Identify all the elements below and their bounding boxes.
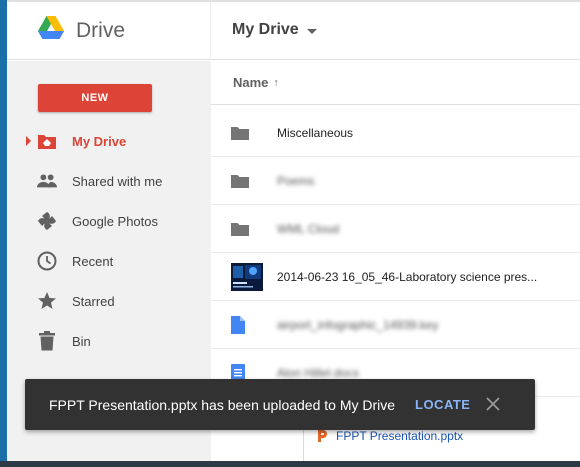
- my-drive-location-dropdown[interactable]: My Drive: [232, 21, 317, 39]
- close-icon[interactable]: [486, 397, 500, 411]
- clock-icon: [37, 251, 57, 271]
- sidebar-item-label: My Drive: [72, 133, 127, 149]
- file-row-file[interactable]: airport_infographic_14939.key: [211, 301, 580, 349]
- window-left-edge: [0, 0, 7, 467]
- upload-file-name: FPPT Presentation.pptx: [336, 429, 464, 443]
- file-name: WML Cloud: [277, 221, 340, 236]
- sidebar-item-label: Bin: [72, 333, 91, 349]
- location-label: My Drive: [232, 21, 299, 38]
- file-name: Alon Hillel.docx: [277, 365, 360, 380]
- trash-icon: [37, 331, 57, 351]
- my-drive-icon: [37, 131, 57, 151]
- people-icon: [37, 171, 57, 191]
- upload-snackbar: FPPT Presentation.pptx has been uploaded…: [25, 379, 535, 430]
- sidebar-item-label: Shared with me: [72, 173, 163, 189]
- sort-ascending-icon[interactable]: ↑: [273, 77, 279, 89]
- file-name: 2014-06-23 16_05_46-Laboratory science p…: [277, 269, 538, 284]
- sidebar-item-recent[interactable]: Recent: [7, 241, 211, 281]
- folder-icon: [231, 217, 267, 241]
- sidebar-item-label: Starred: [72, 293, 115, 309]
- window-bottom-edge: [0, 461, 580, 467]
- image-thumbnail-icon: [231, 262, 267, 291]
- file-name: Miscellaneous: [277, 125, 354, 140]
- photos-pinwheel-icon: [37, 211, 57, 231]
- file-row-folder[interactable]: Miscellaneous: [211, 109, 580, 157]
- caret-down-icon: [306, 28, 317, 34]
- locate-button[interactable]: LOCATE: [415, 397, 470, 412]
- sidebar-item-label: Google Photos: [72, 213, 159, 229]
- sidebar-nav: My Drive Shared with me Google Photos Re…: [7, 121, 211, 361]
- drive-brand-title: Drive: [76, 19, 126, 42]
- sidebar-item-shared-with-me[interactable]: Shared with me: [7, 161, 211, 201]
- folder-icon: [231, 121, 267, 145]
- sidebar-item-bin[interactable]: Bin: [7, 321, 211, 361]
- file-icon: [231, 313, 267, 337]
- folder-icon: [231, 169, 267, 193]
- drive-logo-icon[interactable]: [38, 16, 64, 40]
- name-column-header[interactable]: Name: [233, 75, 268, 90]
- expand-arrow-icon[interactable]: [26, 136, 31, 146]
- upload-item[interactable]: FPPT Presentation.pptx: [316, 429, 463, 443]
- header-divider: [210, 2, 211, 60]
- star-icon: [37, 291, 57, 311]
- snackbar-message: FPPT Presentation.pptx has been uploaded…: [49, 396, 396, 413]
- sidebar-item-starred[interactable]: Starred: [7, 281, 211, 321]
- sidebar-item-label: Recent: [72, 253, 114, 269]
- app-header: Drive My Drive: [7, 2, 580, 60]
- file-row-folder[interactable]: WML Cloud: [211, 205, 580, 253]
- file-rows: Miscellaneous Poems WML Cloud 2014-06-23…: [211, 109, 580, 397]
- file-name: airport_infographic_14939.key: [277, 317, 439, 332]
- powerpoint-icon: [316, 429, 328, 443]
- new-button[interactable]: NEW: [38, 84, 152, 112]
- sidebar-item-google-photos[interactable]: Google Photos: [7, 201, 211, 241]
- file-row-image[interactable]: 2014-06-23 16_05_46-Laboratory science p…: [211, 253, 580, 301]
- column-header-row: Name ↑: [211, 61, 580, 105]
- sidebar-item-my-drive[interactable]: My Drive: [7, 121, 211, 161]
- file-row-folder[interactable]: Poems: [211, 157, 580, 205]
- file-name: Poems: [277, 173, 315, 188]
